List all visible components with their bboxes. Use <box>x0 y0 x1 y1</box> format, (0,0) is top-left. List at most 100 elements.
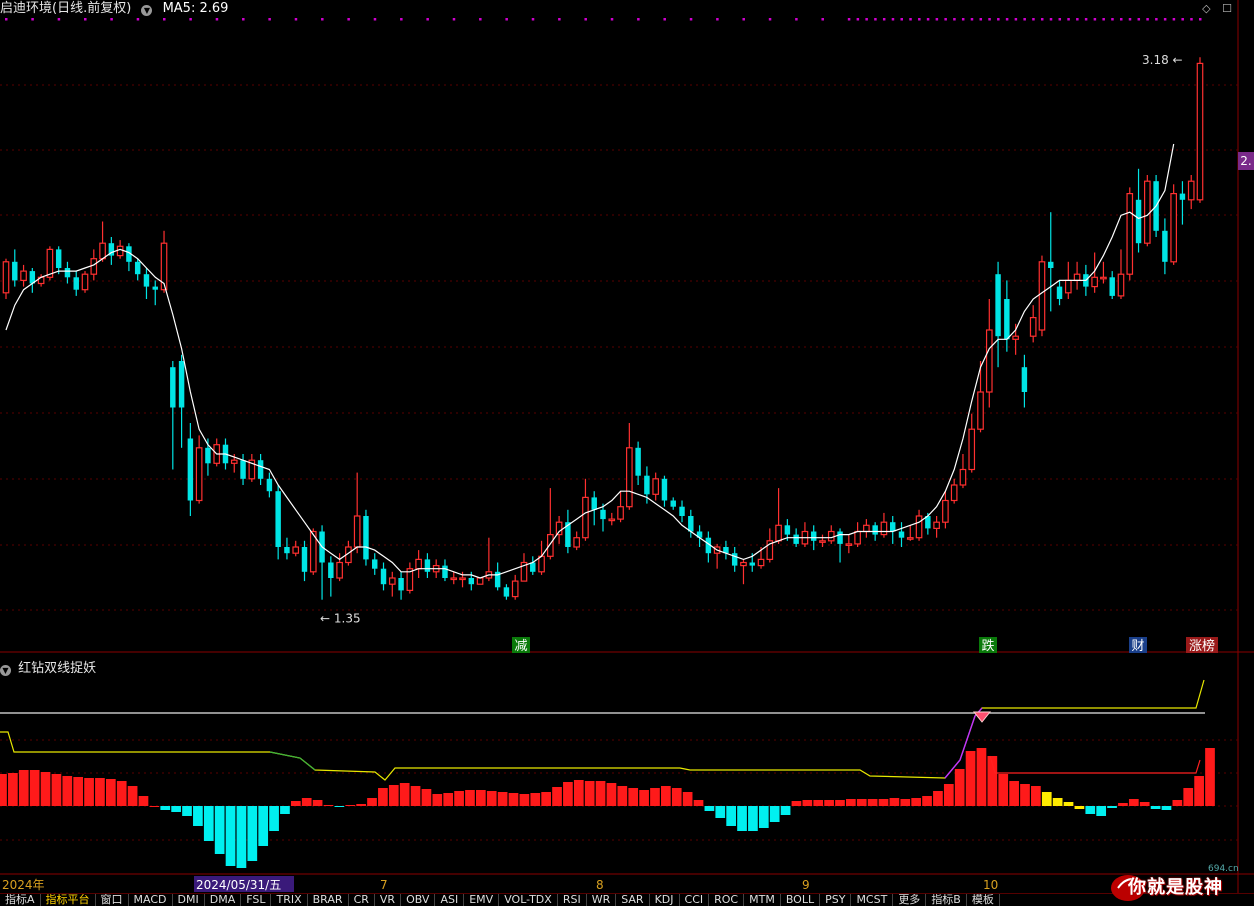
osc-bar-106 <box>1150 806 1161 809</box>
tab-10[interactable]: VR <box>375 894 402 906</box>
candle-body-102 <box>898 531 905 538</box>
candle-body-52 <box>459 577 466 581</box>
candle-body-116 <box>1021 367 1028 392</box>
candle-body-119 <box>1048 261 1054 268</box>
tab-27[interactable]: 模板 <box>967 894 1000 906</box>
tab-15[interactable]: RSI <box>558 894 587 906</box>
top-dot-12 <box>110 18 113 21</box>
top-dot-66 <box>584 18 587 21</box>
osc-bar-32 <box>345 805 356 806</box>
time-label-1: 2024/05/31/五 <box>196 878 281 892</box>
tab-16[interactable]: WR <box>587 894 617 906</box>
osc-bar-29 <box>312 800 323 806</box>
tab-4[interactable]: DMI <box>173 894 205 906</box>
osc-bar-74 <box>802 800 813 806</box>
candle-body-132 <box>1162 230 1168 262</box>
event-label-3: 涨榜 <box>1189 638 1215 654</box>
osc-bar-12 <box>127 786 138 806</box>
candle-body-20 <box>178 361 185 408</box>
candle-body-68 <box>600 509 606 520</box>
osc-bar-30 <box>323 805 334 806</box>
top-dot-115 <box>1014 18 1018 21</box>
candle-body-13 <box>116 245 124 257</box>
osc-bar-33 <box>356 804 366 806</box>
osc-bar-44 <box>475 790 486 806</box>
osc-bar-5 <box>51 774 62 806</box>
tab-13[interactable]: EMV <box>464 894 500 906</box>
logo-domain: 694.cn <box>1208 864 1239 874</box>
tab-1[interactable]: 指标平台 <box>41 894 96 906</box>
tab-17[interactable]: SAR <box>616 894 650 906</box>
tab-23[interactable]: PSY <box>820 894 852 906</box>
top-dot-51 <box>452 18 456 21</box>
ma-toggle-icon[interactable]: ▼ <box>141 5 153 16</box>
candle-body-0 <box>2 261 10 294</box>
osc-bar-50 <box>541 792 551 806</box>
tab-8[interactable]: BRAR <box>308 894 349 906</box>
magenta-segment <box>944 707 983 779</box>
candle-body-60 <box>530 562 536 572</box>
top-dot-118 <box>1040 18 1044 21</box>
tab-11[interactable]: OBV <box>401 894 436 906</box>
top-dot-105 <box>926 18 930 21</box>
candle-body-110 <box>968 428 976 471</box>
candle-body-100 <box>880 521 888 536</box>
osc-bar-27 <box>290 801 301 806</box>
candle-body-133 <box>1170 193 1177 263</box>
tab-25[interactable]: 更多 <box>893 894 927 906</box>
tab-22[interactable]: BOLL <box>781 894 821 906</box>
top-dot-134 <box>1181 18 1184 21</box>
osc-bar-63 <box>682 792 693 806</box>
tab-6[interactable]: FSL <box>241 894 272 906</box>
candle-body-21 <box>187 438 194 501</box>
tab-7[interactable]: TRIX <box>271 894 308 906</box>
red-diamond-icon <box>972 711 992 723</box>
osc-bar-37 <box>399 783 410 806</box>
tab-18[interactable]: KDJ <box>650 894 680 906</box>
candle-body-93 <box>819 540 826 543</box>
candle-body-22 <box>195 447 203 502</box>
candle-body-88 <box>775 524 782 542</box>
tab-0[interactable]: 指标A <box>0 894 41 906</box>
candle-body-75 <box>661 478 668 501</box>
candle-body-94 <box>827 530 835 542</box>
top-dot-6 <box>57 18 61 21</box>
candle-body-111 <box>977 391 984 430</box>
candle-body-134 <box>1179 193 1186 200</box>
tab-20[interactable]: ROC <box>709 894 745 906</box>
tab-24[interactable]: MCST <box>851 894 894 906</box>
top-dot-69 <box>610 18 614 21</box>
top-dot-127 <box>1119 18 1123 21</box>
tab-26[interactable]: 指标B <box>926 894 967 906</box>
tab-14[interactable]: VOL-TDX <box>499 894 558 906</box>
tab-9[interactable]: CR <box>349 894 375 906</box>
candle-body-118 <box>1038 261 1046 331</box>
top-dot-96 <box>847 18 851 21</box>
osc-bar-97 <box>1052 798 1063 806</box>
tab-21[interactable]: MTM <box>744 894 781 906</box>
tab-12[interactable]: ASI <box>435 894 465 906</box>
tab-2[interactable]: 窗口 <box>96 894 129 906</box>
tab-5[interactable]: DMA <box>205 894 242 906</box>
osc-bar-7 <box>73 777 84 806</box>
osc-bar-66 <box>715 806 726 818</box>
candle-body-103 <box>906 537 914 540</box>
settings-icon[interactable]: ☐ <box>1222 2 1232 15</box>
candle-body-16 <box>143 274 150 287</box>
candle-body-65 <box>573 537 580 548</box>
osc-bar-95 <box>1031 786 1041 806</box>
candle-body-128 <box>1126 193 1134 275</box>
candle-body-73 <box>644 475 650 495</box>
yellow-step-line <box>0 679 1205 781</box>
tab-19[interactable]: CCI <box>680 894 710 906</box>
candle-body-50 <box>442 565 448 578</box>
top-dot-116 <box>1023 18 1026 21</box>
indicator-toggle-icon[interactable]: ▼ <box>0 665 11 676</box>
tab-3[interactable]: MACD <box>129 894 173 906</box>
osc-bar-9 <box>95 778 105 806</box>
osc-bar-57 <box>617 786 628 806</box>
top-dot-107 <box>944 18 947 21</box>
candle-body-67 <box>591 497 597 510</box>
diamond-icon[interactable]: ◇ <box>1202 2 1210 15</box>
chart-canvas: 3.18 ← ← 1.35 减 跌 财 涨榜 2024年 2024/05/31/五 7 8 9 10 <box>0 0 1254 893</box>
